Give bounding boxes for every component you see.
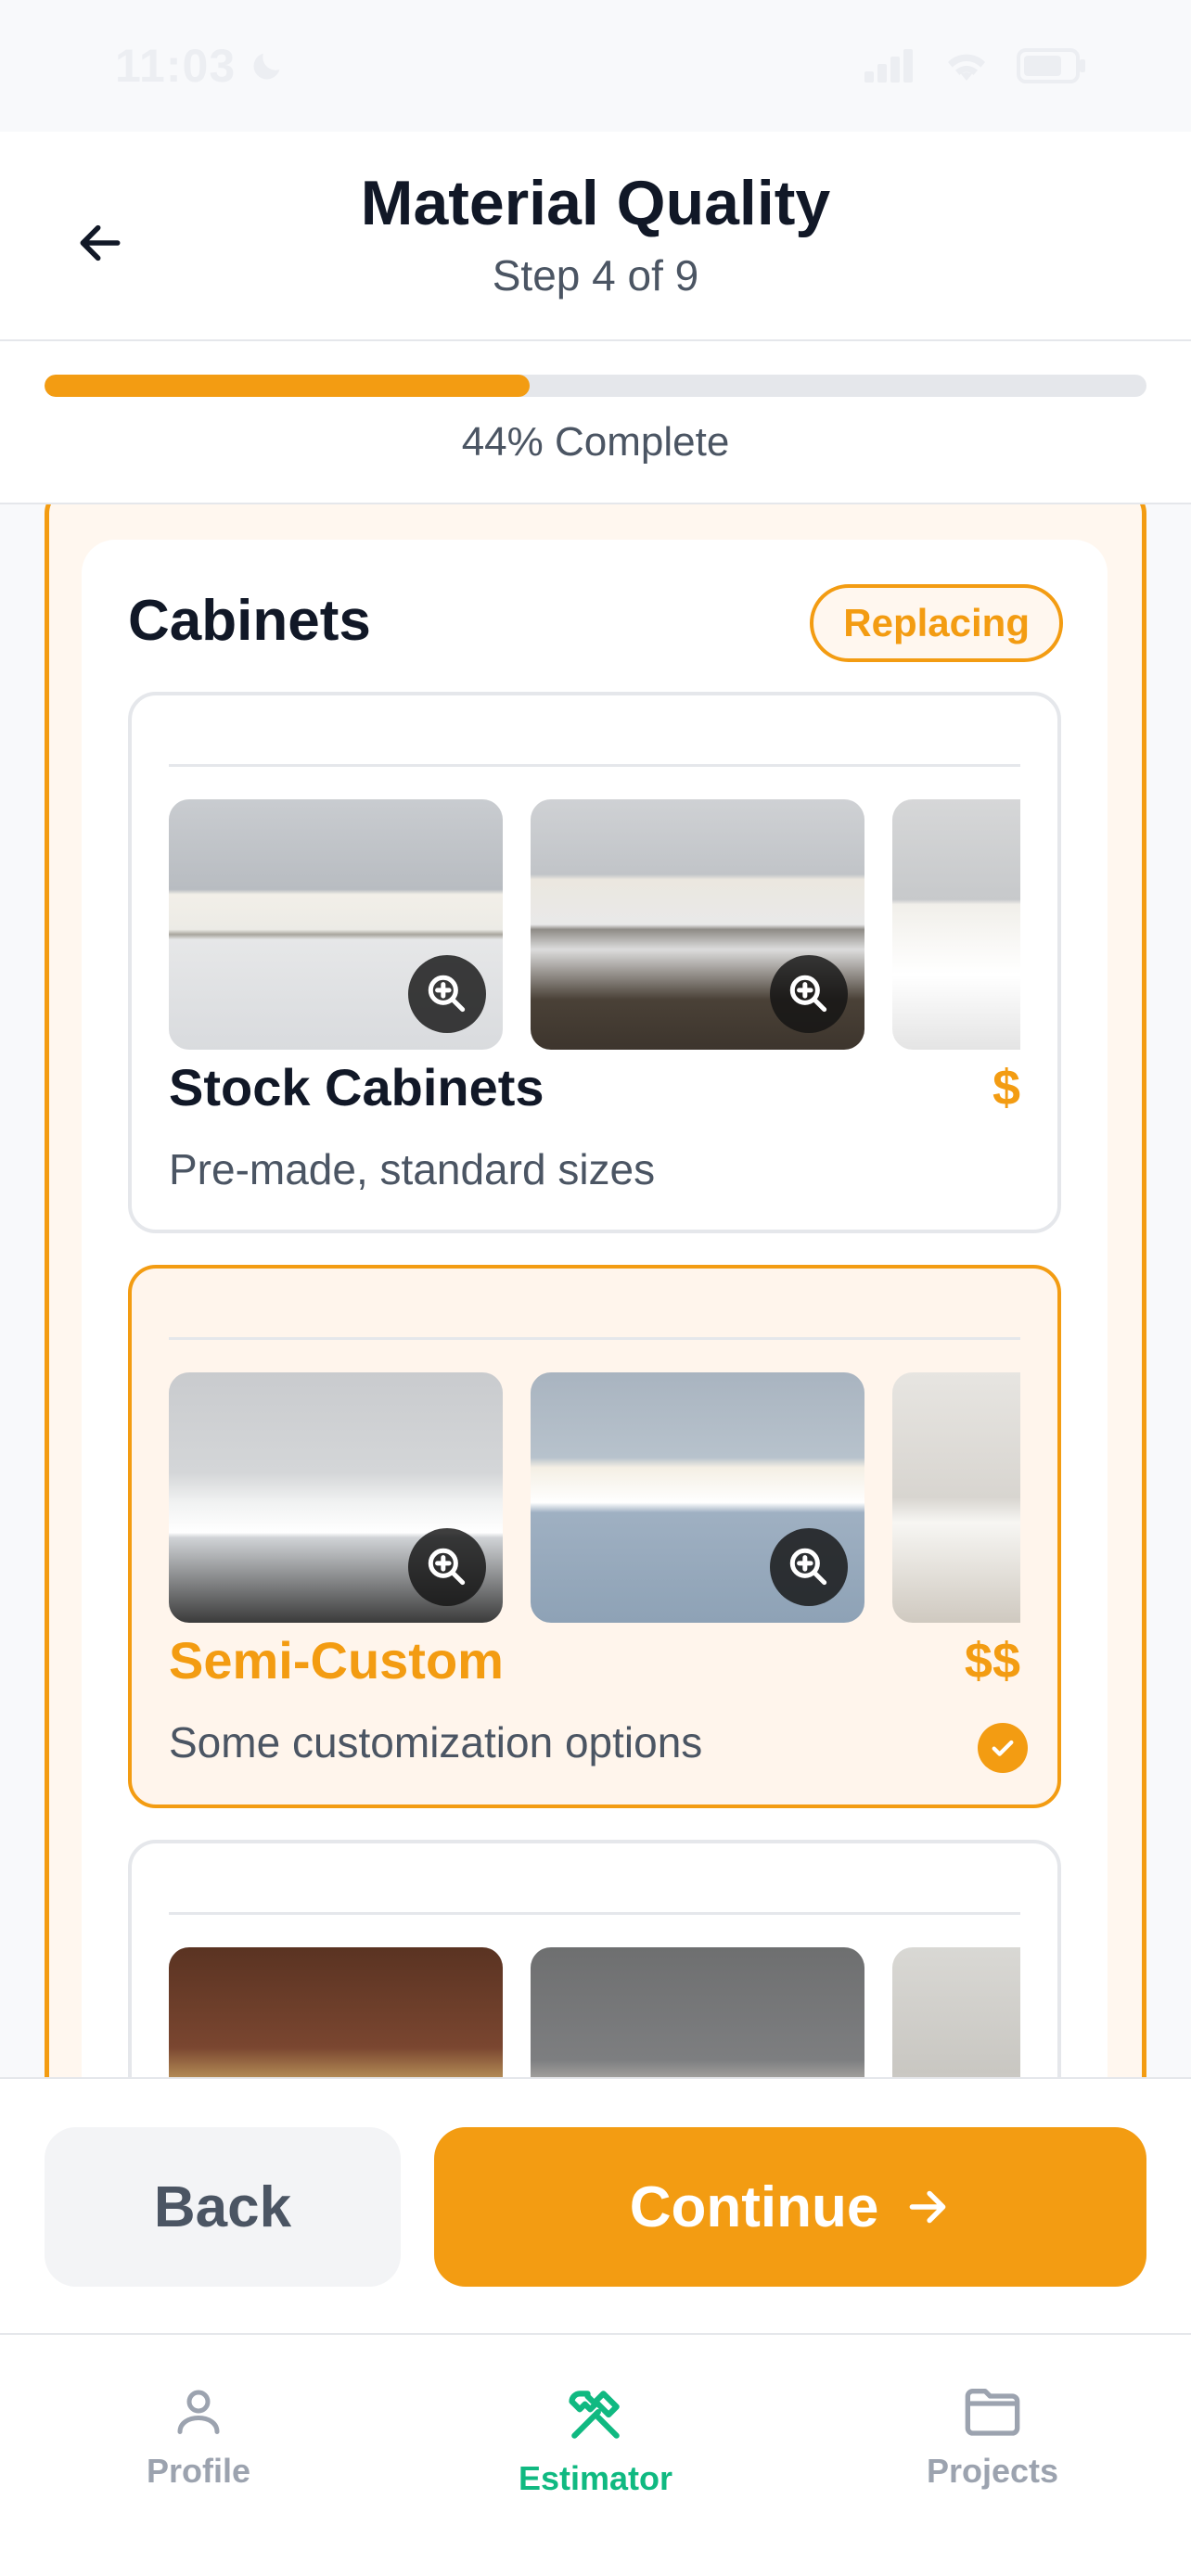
tab-label: Estimator <box>518 2459 673 2497</box>
checkmark-icon <box>978 1723 1028 1773</box>
kitchen-image <box>531 799 864 1050</box>
status-icons <box>864 47 1087 84</box>
section-title: Cabinets <box>128 589 371 653</box>
option-divider <box>169 1337 1020 1340</box>
continue-label: Continue <box>629 2174 879 2239</box>
image-gallery[interactable] <box>169 1947 1020 2077</box>
tab-bar: Profile Estimator Projects <box>0 2333 1191 2576</box>
cabinets-section: Cabinets Replacing Stock Cabinets $ Pre-… <box>82 540 1108 2077</box>
progress-track <box>45 375 1146 397</box>
kitchen-image <box>892 799 1020 1050</box>
kitchen-image <box>169 1947 503 2077</box>
image-gallery[interactable] <box>169 1372 1020 1625</box>
page-title: Material Quality <box>360 168 831 238</box>
check-icon <box>992 1740 1014 1756</box>
kitchen-image <box>531 1947 864 2077</box>
battery-icon <box>1017 48 1085 83</box>
option-card-stock[interactable]: Stock Cabinets $ Pre-made, standard size… <box>128 692 1061 1233</box>
image-gallery[interactable] <box>169 799 1020 1052</box>
moon-icon <box>253 53 280 80</box>
status-badge: Replacing <box>810 584 1063 662</box>
progress-label: 44% Complete <box>461 419 730 465</box>
option-card-semi-custom[interactable]: Semi-Custom $$ Some customization option… <box>128 1265 1061 1808</box>
zoom-button[interactable] <box>770 955 848 1033</box>
kitchen-image <box>169 1372 503 1623</box>
option-divider <box>169 1912 1020 1915</box>
step-indicator: Step 4 of 9 <box>492 251 699 300</box>
option-description: Pre-made, standard sizes <box>169 1145 656 1193</box>
person-icon <box>177 2390 220 2434</box>
continue-button[interactable]: Continue <box>434 2127 1146 2287</box>
tab-estimator[interactable]: Estimator <box>397 2335 794 2576</box>
tab-profile[interactable]: Profile <box>0 2335 397 2576</box>
option-price: $$ <box>964 1633 1020 1689</box>
option-price: $ <box>992 1060 1020 1116</box>
option-name: Stock Cabinets <box>169 1058 544 1116</box>
zoom-in-icon <box>789 1548 827 1586</box>
zoom-in-icon <box>428 975 466 1013</box>
tab-projects[interactable]: Projects <box>794 2335 1191 2576</box>
status-time-text: 11:03 <box>115 40 237 92</box>
header: Material Quality Step 4 of 9 <box>0 132 1191 341</box>
tab-label: Profile <box>146 2452 251 2490</box>
option-name: Semi-Custom <box>169 1631 504 1690</box>
zoom-in-icon <box>789 975 827 1013</box>
progress-fill <box>45 375 530 397</box>
kitchen-image <box>169 799 503 1050</box>
arrow-right-icon <box>909 2190 946 2224</box>
tab-label: Projects <box>926 2452 1059 2490</box>
status-time: 11:03 <box>115 39 286 93</box>
status-bar: 11:03 <box>0 0 1191 132</box>
progress-area: 44% Complete <box>0 341 1191 504</box>
wifi-icon <box>948 54 985 81</box>
option-card-custom[interactable] <box>128 1840 1061 2077</box>
kitchen-image <box>892 1372 1020 1623</box>
option-divider <box>169 764 1020 767</box>
tools-icon <box>569 2391 620 2439</box>
content-scroll[interactable]: Cabinets Replacing Stock Cabinets $ Pre-… <box>0 504 1191 2077</box>
signal-icon <box>864 49 913 83</box>
kitchen-image <box>892 1947 1020 2077</box>
zoom-button[interactable] <box>408 1528 486 1606</box>
folder-icon <box>965 2389 1020 2436</box>
action-bar: Back Continue <box>0 2077 1191 2333</box>
zoom-button[interactable] <box>408 955 486 1033</box>
kitchen-image <box>531 1372 864 1623</box>
zoom-button[interactable] <box>770 1528 848 1606</box>
zoom-in-icon <box>428 1548 466 1586</box>
back-button[interactable]: Back <box>45 2127 401 2287</box>
option-description: Some customization options <box>169 1718 703 1766</box>
